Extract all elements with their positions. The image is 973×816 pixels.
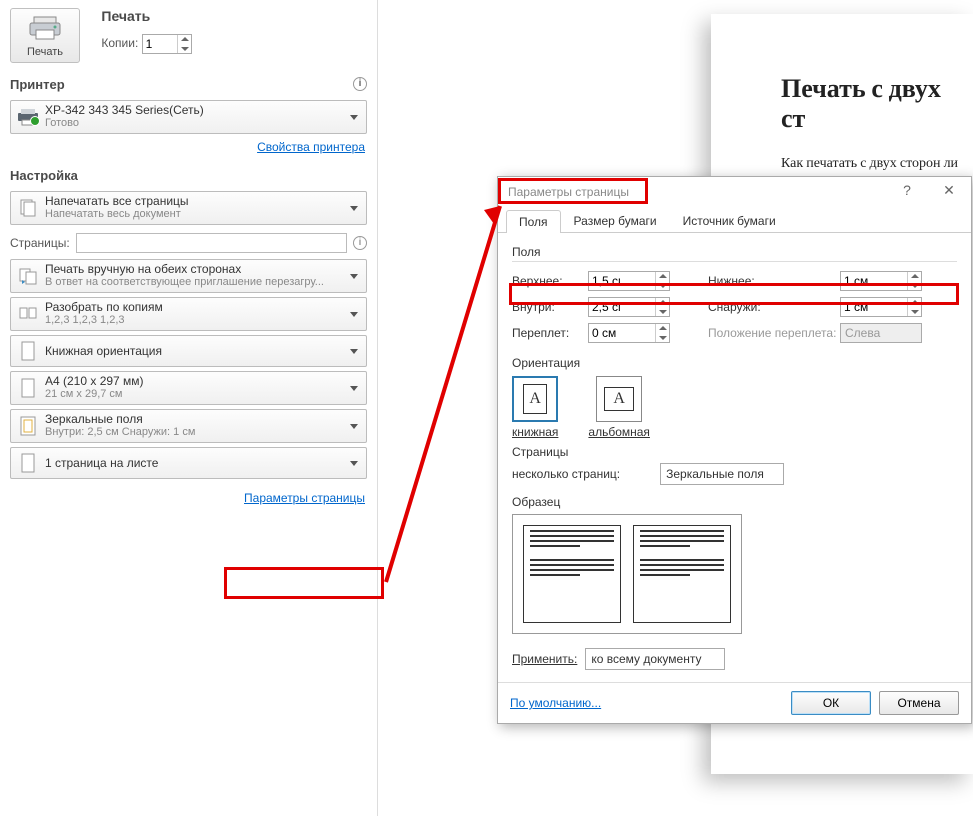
apply-to-select[interactable]: ко всему документу	[585, 648, 725, 670]
dialog-titlebar: Параметры страницы ? ✕	[498, 177, 971, 207]
multi-pages-select[interactable]: Зеркальные поля	[660, 463, 784, 485]
pages-icon	[17, 197, 39, 219]
margins-icon	[17, 415, 39, 437]
orientation-group-label: Ориентация	[512, 356, 957, 370]
portrait-icon	[17, 340, 39, 362]
help-button[interactable]: ?	[893, 182, 921, 202]
print-title: Печать	[101, 8, 191, 24]
chevron-down-icon	[350, 349, 358, 354]
spinner-arrows-icon[interactable]	[177, 35, 191, 53]
dialog-tabs: Поля Размер бумаги Источник бумаги	[498, 209, 971, 233]
pages-label: Страницы:	[10, 236, 76, 250]
chevron-down-icon	[350, 115, 358, 120]
duplex-icon	[17, 265, 39, 287]
collate-icon	[17, 303, 39, 325]
copies-spinner[interactable]	[142, 34, 192, 54]
print-header: Печать Печать Копии:	[0, 0, 377, 67]
chevron-down-icon	[350, 386, 358, 391]
printer-device-icon	[17, 106, 39, 128]
default-button[interactable]: По умолчанию...	[510, 696, 601, 710]
chevron-down-icon	[350, 461, 358, 466]
settings-section-title: Настройка	[0, 158, 377, 187]
sample-label: Образец	[512, 495, 957, 509]
fields-group-label: Поля	[512, 245, 957, 259]
margin-top-input[interactable]	[588, 271, 670, 291]
cancel-button[interactable]: Отмена	[879, 691, 959, 715]
printer-icon	[28, 15, 62, 41]
margin-outside-input[interactable]	[840, 297, 922, 317]
copies-label: Копии:	[101, 36, 138, 50]
print-range-dropdown[interactable]: Напечатать все страницы Напечатать весь …	[10, 191, 367, 225]
gutter-input[interactable]	[588, 323, 670, 343]
chevron-down-icon	[350, 424, 358, 429]
pages-input[interactable]	[76, 233, 347, 253]
doc-heading: Печать с двух ст	[781, 74, 963, 134]
chevron-down-icon	[350, 312, 358, 317]
paper-size-dropdown[interactable]: A4 (210 x 297 мм) 21 см x 29,7 см	[10, 371, 367, 405]
orientation-landscape[interactable]: A	[596, 376, 642, 422]
print-backstage-panel: Печать Печать Копии: Принтер i XP-342 34…	[0, 0, 378, 816]
gutter-position-select: Слева	[840, 323, 922, 343]
ok-button[interactable]: ОК	[791, 691, 871, 715]
printer-properties-link[interactable]: Свойства принтера	[257, 140, 365, 154]
printer-name: XP-342 343 345 Series(Сеть)	[45, 104, 204, 117]
close-button[interactable]: ✕	[935, 182, 963, 202]
dialog-title-text: Параметры страницы	[508, 185, 629, 199]
printer-section-title: Принтер i	[0, 67, 377, 96]
margin-bottom-input[interactable]	[840, 271, 922, 291]
tab-paper-size[interactable]: Размер бумаги	[561, 209, 670, 232]
doc-paragraph: Как печатать с двух сторон ли	[781, 154, 963, 172]
tab-fields[interactable]: Поля	[506, 210, 561, 233]
pages-group-label: Страницы	[512, 445, 957, 459]
chevron-down-icon	[350, 206, 358, 211]
printer-status: Готово	[45, 117, 204, 130]
print-button[interactable]: Печать	[10, 8, 80, 63]
page-setup-link[interactable]: Параметры страницы	[244, 491, 365, 505]
page-setup-dialog: Параметры страницы ? ✕ Поля Размер бумаг…	[497, 176, 972, 724]
collate-dropdown[interactable]: Разобрать по копиям 1,2,3 1,2,3 1,2,3	[10, 297, 367, 331]
copies-input[interactable]	[143, 35, 177, 53]
pages-per-sheet-dropdown[interactable]: 1 страница на листе	[10, 447, 367, 479]
margins-dropdown[interactable]: Зеркальные поля Внутри: 2,5 см Снаружи: …	[10, 409, 367, 443]
printer-dropdown[interactable]: XP-342 343 345 Series(Сеть) Готово	[10, 100, 367, 134]
duplex-dropdown[interactable]: Печать вручную на обеих сторонах В ответ…	[10, 259, 367, 293]
orientation-portrait[interactable]: A	[512, 376, 558, 422]
tab-paper-source[interactable]: Источник бумаги	[670, 209, 789, 232]
orientation-dropdown[interactable]: Книжная ориентация	[10, 335, 367, 367]
margin-inside-input[interactable]	[588, 297, 670, 317]
page-icon	[17, 377, 39, 399]
page-icon	[17, 452, 39, 474]
sample-preview	[512, 514, 742, 634]
chevron-down-icon	[350, 274, 358, 279]
print-button-label: Печать	[27, 46, 63, 58]
info-icon[interactable]: i	[353, 77, 367, 91]
info-icon[interactable]: i	[353, 236, 367, 250]
